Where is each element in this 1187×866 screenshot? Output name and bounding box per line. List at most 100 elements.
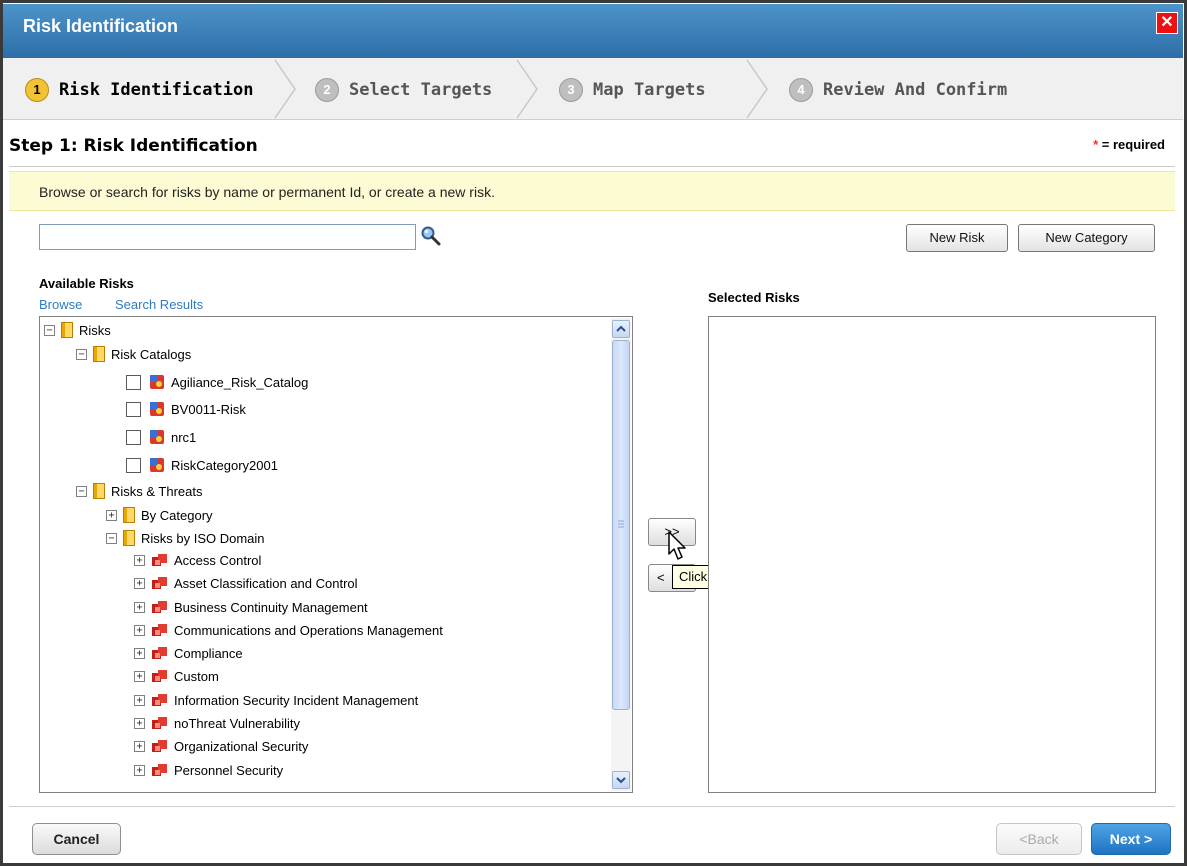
search-input[interactable] <box>39 224 416 250</box>
tree-node-label: noThreat Vulnerability <box>174 715 300 731</box>
selected-risks-list[interactable] <box>708 316 1156 793</box>
tree-node-label: By Category <box>141 507 213 523</box>
expand-icon[interactable]: + <box>134 577 145 589</box>
risk-category-icon <box>151 552 169 568</box>
expand-icon[interactable]: + <box>134 717 145 729</box>
scroll-up-icon[interactable] <box>612 320 630 338</box>
cancel-button[interactable]: Cancel <box>32 823 121 855</box>
title-bar: Risk Identification ✕ <box>3 4 1183 58</box>
tree-item-iso-domain[interactable]: + Personnel Security <box>134 759 283 781</box>
tree-node-label: Personnel Security <box>174 762 284 778</box>
tree-node-label: Custom <box>174 668 219 684</box>
risk-category-icon <box>151 738 169 754</box>
folder-icon <box>93 483 105 499</box>
risk-category-icon <box>151 622 169 638</box>
step-map-targets[interactable]: 3 Map Targets <box>559 76 706 104</box>
new-category-button[interactable]: New Category <box>1018 224 1155 252</box>
expand-icon[interactable]: + <box>134 740 145 752</box>
tree-node-risk-catalogs[interactable]: − Risk Catalogs <box>76 343 191 365</box>
tree-item-iso-domain[interactable]: + Custom <box>134 665 219 687</box>
step-risk-identification[interactable]: 1 Risk Identification <box>25 76 253 104</box>
risk-catalog-icon <box>149 429 165 445</box>
risk-category-icon <box>151 599 169 615</box>
step-number: 3 <box>559 78 583 102</box>
close-button[interactable]: ✕ <box>1156 12 1178 34</box>
new-risk-button[interactable]: New Risk <box>906 224 1008 252</box>
scrollbar-thumb[interactable] <box>612 340 630 710</box>
tree-node-label: BV0011-Risk <box>171 401 246 417</box>
collapse-icon[interactable]: − <box>76 348 87 360</box>
dialog-title: Risk Identification <box>23 16 179 36</box>
tree-item-iso-domain[interactable]: + Information Security Incident Manageme… <box>134 689 418 711</box>
expand-icon[interactable]: + <box>134 624 145 636</box>
tree-node-label: RiskCategory2001 <box>171 457 278 473</box>
tree-node-label: Business Continuity Management <box>174 599 368 615</box>
tree-node-label: Risks & Threats <box>111 483 203 499</box>
risk-catalog-icon <box>149 401 165 417</box>
tree-node-label: Agiliance_Risk_Catalog <box>171 374 309 390</box>
available-risks-tree[interactable]: − Risks − Risk Catalogs Agiliance_Risk_C… <box>39 316 633 793</box>
checkbox[interactable] <box>126 374 141 390</box>
required-text: = required <box>1098 137 1165 152</box>
divider <box>9 166 1175 167</box>
tree-item-iso-domain[interactable]: + Communications and Operations Manageme… <box>134 619 443 641</box>
risk-catalog-icon <box>149 457 165 473</box>
tree-item-iso-domain[interactable]: + noThreat Vulnerability <box>134 712 300 734</box>
tree-item-iso-domain[interactable]: + Organizational Security <box>134 735 308 757</box>
search-results-link[interactable]: Search Results <box>115 297 203 312</box>
checkbox[interactable] <box>126 457 141 473</box>
tree-item-iso-domain[interactable]: + Business Continuity Management <box>134 596 368 618</box>
tree-node-risks-by-iso-domain[interactable]: − Risks by ISO Domain <box>106 527 265 549</box>
step-review-and-confirm[interactable]: 4 Review And Confirm <box>789 76 1007 104</box>
collapse-icon[interactable]: − <box>44 324 55 336</box>
step-separator-icon <box>273 58 299 120</box>
step-separator-icon <box>745 58 771 120</box>
step-select-targets[interactable]: 2 Select Targets <box>315 76 492 104</box>
folder-icon <box>123 507 135 523</box>
browse-link[interactable]: Browse <box>39 297 82 312</box>
expand-icon[interactable]: + <box>134 554 145 566</box>
risk-catalog-icon <box>149 374 165 390</box>
tree-node-label: Risks <box>79 322 111 338</box>
risk-category-icon <box>151 645 169 661</box>
checkbox[interactable] <box>126 429 141 445</box>
expand-icon[interactable]: + <box>134 670 145 682</box>
expand-icon[interactable]: + <box>106 509 117 521</box>
tree-item-catalog[interactable]: nrc1 <box>126 426 196 448</box>
tree-node-risks-and-threats[interactable]: − Risks & Threats <box>76 480 203 502</box>
tree-node-risks[interactable]: − Risks <box>44 319 111 341</box>
tree-scrollbar[interactable] <box>611 318 631 791</box>
scroll-down-icon[interactable] <box>612 771 630 789</box>
expand-icon[interactable]: + <box>134 647 145 659</box>
tree-node-label: Asset Classification and Control <box>174 575 358 591</box>
checkbox[interactable] <box>126 401 141 417</box>
tree-item-catalog[interactable]: Agiliance_Risk_Catalog <box>126 371 308 393</box>
risk-category-icon <box>151 668 169 684</box>
selected-risks-title: Selected Risks <box>708 290 800 305</box>
expand-icon[interactable]: + <box>134 601 145 613</box>
collapse-icon[interactable]: − <box>76 485 87 497</box>
back-button[interactable]: <Back <box>996 823 1082 855</box>
tree-item-iso-domain[interactable]: + Compliance <box>134 642 243 664</box>
tree-node-by-category[interactable]: + By Category <box>106 504 213 526</box>
collapse-icon[interactable]: − <box>106 532 117 544</box>
next-button[interactable]: Next > <box>1091 823 1171 855</box>
step-number: 1 <box>25 78 49 102</box>
tree-node-label: Information Security Incident Management <box>174 692 419 708</box>
tree-item-iso-domain[interactable]: + Access Control <box>134 549 261 571</box>
info-banner-text: Browse or search for risks by name or pe… <box>39 184 495 200</box>
tree-item-catalog[interactable]: BV0011-Risk <box>126 398 246 420</box>
step-label: Map Targets <box>593 80 706 100</box>
folder-icon <box>93 346 105 362</box>
step-number: 2 <box>315 78 339 102</box>
expand-icon[interactable]: + <box>134 764 145 776</box>
tree-item-iso-domain[interactable]: + Asset Classification and Control <box>134 572 358 594</box>
mouse-cursor-icon <box>667 530 691 564</box>
search-icon[interactable] <box>420 225 442 247</box>
tree-node-label: nrc1 <box>171 429 197 445</box>
tree-node-label: Risk Catalogs <box>111 346 192 362</box>
step-label: Select Targets <box>349 80 493 100</box>
tree-item-catalog[interactable]: RiskCategory2001 <box>126 454 278 476</box>
expand-icon[interactable]: + <box>134 694 145 706</box>
folder-icon <box>61 322 73 338</box>
